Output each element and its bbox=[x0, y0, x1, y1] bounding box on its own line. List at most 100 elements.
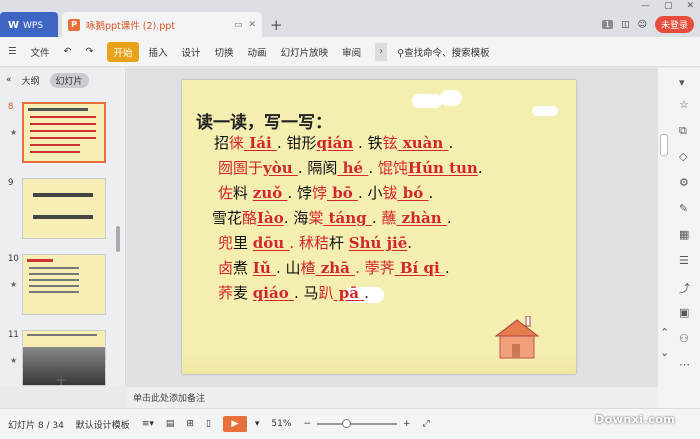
layers-icon[interactable]: ☰ bbox=[679, 254, 689, 267]
canvas-scrollbar[interactable] bbox=[660, 134, 668, 156]
ribbon-more-icon[interactable]: › bbox=[375, 42, 388, 61]
hanzi-text: 铉 bbox=[382, 134, 398, 152]
slide-thumb-10[interactable]: 10 bbox=[8, 254, 106, 315]
file-menu[interactable]: 文件 bbox=[31, 45, 50, 59]
panel-header: « 大纲 幻灯片 bbox=[0, 68, 125, 92]
pinyin-answer: bó bbox=[397, 184, 429, 202]
new-tab-button[interactable]: + bbox=[270, 16, 283, 34]
zoom-level[interactable]: 51% bbox=[271, 419, 291, 429]
collapse-panel-icon[interactable]: « bbox=[6, 75, 12, 85]
slides-panel: « 大纲 幻灯片 8 ★ 9 10 ★ 11 ★ bbox=[0, 68, 126, 386]
shapes-icon[interactable]: ◇ bbox=[679, 150, 687, 163]
slide-text-line: 卤煮 Iǔ . 山楂 zhā . 荸荠 Bí qi . bbox=[218, 257, 450, 278]
zoom-in-icon[interactable]: + bbox=[403, 419, 411, 429]
document-tab[interactable]: P 咏鹅ppt课件 (2).ppt ▭ ✕ bbox=[62, 12, 262, 37]
slide-thumbnail[interactable] bbox=[22, 254, 106, 315]
fit-window-icon[interactable]: ⤢ bbox=[423, 419, 430, 429]
hanzi-text: . 马 bbox=[293, 284, 319, 302]
search-command[interactable]: ⚲查找命令、搜索模板 bbox=[397, 45, 489, 59]
notes-toggle-icon[interactable]: ≡▾ bbox=[142, 419, 154, 429]
wps-home-label[interactable]: W WPS bbox=[8, 14, 58, 37]
document-title: 咏鹅ppt课件 (2).ppt bbox=[86, 20, 176, 32]
animation-star-icon: ★ bbox=[10, 128, 18, 137]
notes-area[interactable]: 单击此处添加备注 bbox=[127, 386, 658, 408]
play-options-icon[interactable]: ▾ bbox=[255, 419, 260, 429]
hanzi-text: 饽 bbox=[312, 184, 328, 202]
pinyin-answer: táng bbox=[323, 209, 372, 227]
slide-thumbnail[interactable] bbox=[22, 102, 106, 163]
slide-number: 9 bbox=[8, 178, 14, 188]
zoom-slider-knob[interactable] bbox=[341, 419, 351, 428]
close-tab-icon[interactable]: ✕ bbox=[248, 20, 256, 30]
pen-icon[interactable]: ✎ bbox=[679, 202, 688, 215]
scroll-down-icon[interactable]: ⌄ bbox=[660, 346, 669, 359]
tab-insert[interactable]: 插入 bbox=[149, 45, 168, 59]
add-slide-button[interactable]: + bbox=[55, 371, 68, 389]
help-icon[interactable]: ☺ bbox=[638, 20, 647, 30]
cloud-decoration bbox=[440, 90, 462, 106]
tab-slideshow[interactable]: 幻灯片放映 bbox=[281, 45, 329, 59]
image-icon[interactable]: ▣ bbox=[679, 306, 689, 319]
zoom-out-icon[interactable]: − bbox=[303, 419, 311, 429]
tab-outline[interactable]: 大纲 bbox=[22, 74, 40, 87]
play-slideshow-button[interactable]: ▶ bbox=[222, 416, 247, 432]
window-count-badge[interactable]: 1 bbox=[601, 20, 614, 29]
sorter-view-icon[interactable]: ⊞ bbox=[186, 419, 194, 429]
hanzi-text: . bbox=[446, 209, 452, 227]
slide-thumb-9[interactable]: 9 bbox=[8, 178, 106, 239]
tab-design[interactable]: 设计 bbox=[182, 45, 201, 59]
hanzi-text: . bbox=[477, 159, 483, 177]
theme-name[interactable]: 默认设计模板 bbox=[76, 418, 130, 431]
hanzi-text: 馄饨 bbox=[377, 159, 408, 177]
pinyin-answer: Iǔ bbox=[252, 259, 276, 277]
toolbar-arrow-icon[interactable]: ▾ bbox=[679, 76, 685, 89]
maximize-icon[interactable]: ▢ bbox=[664, 1, 673, 11]
pinyin-answer: zuǒ bbox=[252, 184, 288, 202]
hanzi-text: . 荸荠 bbox=[355, 259, 395, 277]
login-button[interactable]: 未登录 bbox=[654, 16, 694, 33]
zoom-slider[interactable] bbox=[316, 419, 397, 428]
redo-icon[interactable]: ↷ bbox=[86, 46, 94, 57]
hanzi-text: . 山 bbox=[275, 259, 301, 277]
slide-text-line: 荞麦 qiáo . 马趴 pā . bbox=[218, 282, 369, 303]
reading-view-icon[interactable]: ▯ bbox=[206, 419, 211, 429]
pinyin-answer: bō bbox=[327, 184, 358, 202]
title-bar: W WPS P 咏鹅ppt课件 (2).ppt ▭ ✕ + — ▢ ✕ 1 ◫ … bbox=[0, 0, 700, 37]
wps-logo-icon: W bbox=[8, 20, 20, 31]
table-icon[interactable]: ▦ bbox=[679, 228, 689, 241]
cloud-decoration bbox=[532, 106, 558, 116]
minimize-icon[interactable]: — bbox=[641, 1, 650, 11]
monitor-icon[interactable]: ▭ bbox=[234, 20, 243, 30]
copy-icon[interactable]: ⧉ bbox=[679, 124, 687, 138]
skin-icon[interactable]: ◫ bbox=[621, 20, 630, 30]
tab-start[interactable]: 开始 bbox=[107, 41, 139, 62]
star-tool-icon[interactable]: ☆ bbox=[679, 98, 689, 111]
slide[interactable]: 读一读，写一写： 招徕 Iái . 钳形qián . 铁铉 xuàn . 囫圄于y… bbox=[182, 80, 576, 374]
slide-thumb-8[interactable]: 8 bbox=[8, 102, 106, 163]
slide-heading: 读一读，写一写： bbox=[196, 113, 332, 133]
slide-thumbnail[interactable] bbox=[22, 178, 106, 239]
house-illustration bbox=[494, 316, 540, 359]
more-icon[interactable]: ⋯ bbox=[679, 358, 690, 371]
scroll-up-icon[interactable]: ⌃ bbox=[660, 326, 669, 339]
hanzi-text: 麦 bbox=[233, 284, 253, 302]
titlebar-right: 1 ◫ ☺ 未登录 bbox=[601, 16, 694, 33]
slide-text-line: 佐料 zuǒ . 饽饽 bō . 小钹 bó . bbox=[218, 182, 433, 203]
tab-slides[interactable]: 幻灯片 bbox=[49, 72, 89, 88]
link-icon[interactable]: ⚇ bbox=[679, 332, 689, 345]
normal-view-icon[interactable]: ▤ bbox=[166, 419, 175, 429]
wps-home-text: WPS bbox=[23, 20, 44, 31]
undo-icon[interactable]: ↶ bbox=[64, 46, 72, 57]
tab-transition[interactable]: 切换 bbox=[215, 45, 234, 59]
settings-icon[interactable]: ⚙ bbox=[679, 176, 689, 189]
hanzi-text: 杆 bbox=[328, 234, 349, 252]
tab-review[interactable]: 审阅 bbox=[342, 45, 361, 59]
menu-icon[interactable]: ☰ bbox=[8, 46, 17, 57]
close-window-icon[interactable]: ✕ bbox=[686, 1, 694, 11]
right-sidebar: ▾ ☆ ⧉ ◇ ⚙ ✎ ▦ ☰ ⤴ ▣ ⚇ ⋯ ⌃ ⌄ bbox=[658, 68, 700, 408]
hanzi-text: . bbox=[371, 209, 382, 227]
pinyin-answer: Iào bbox=[257, 209, 284, 227]
thumbnail-scrollbar[interactable] bbox=[116, 226, 120, 252]
share-icon[interactable]: ⤴ bbox=[679, 280, 690, 296]
tab-animation[interactable]: 动画 bbox=[248, 45, 267, 59]
